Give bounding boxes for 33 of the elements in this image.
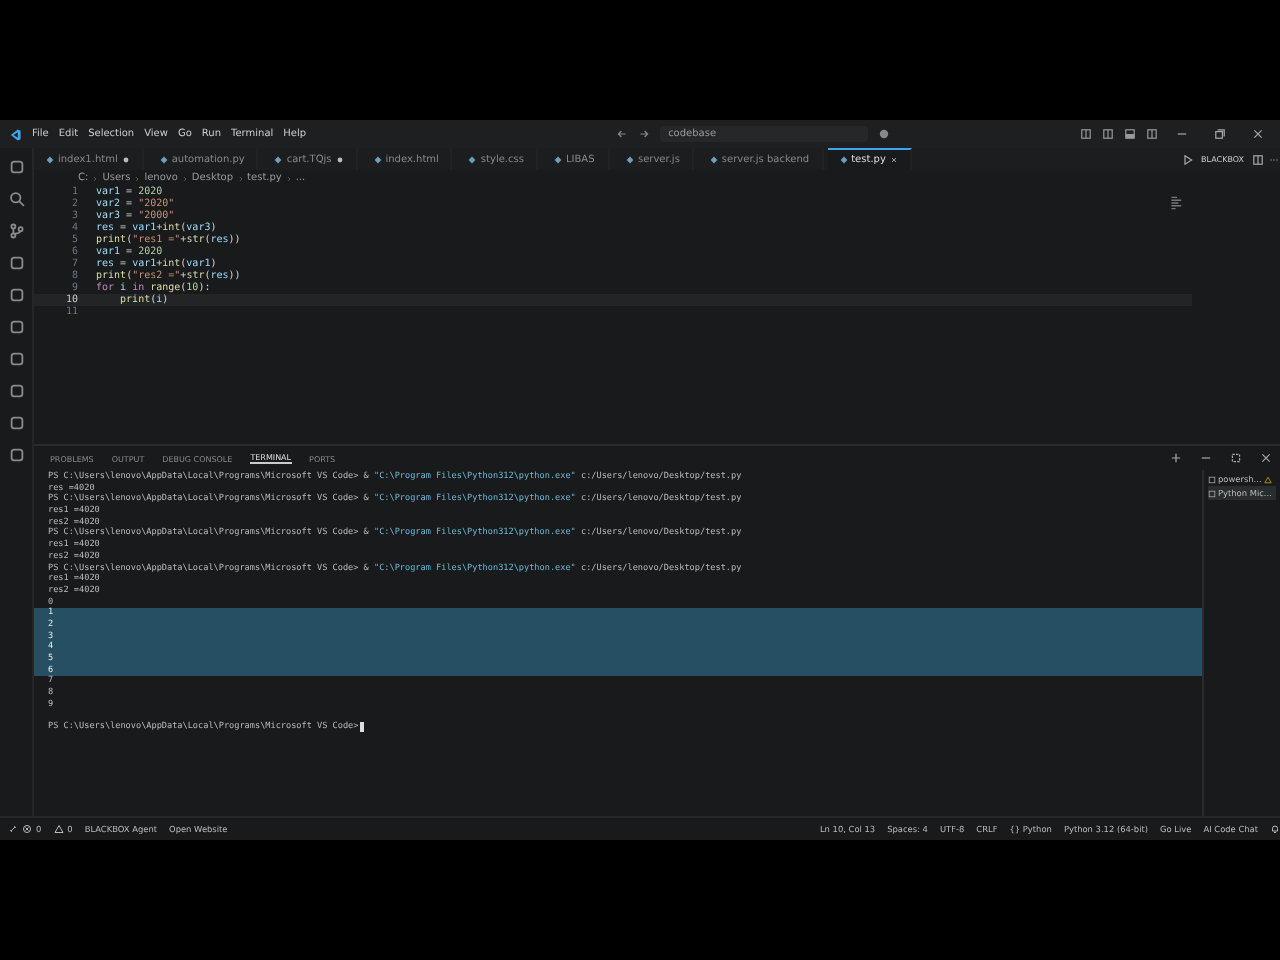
file-icon <box>274 155 283 163</box>
app-logo-icon <box>8 127 22 141</box>
source-control-icon[interactable] <box>7 222 25 240</box>
bell-icon[interactable] <box>1270 824 1280 834</box>
file-icon <box>709 155 718 163</box>
square-icon[interactable] <box>7 318 25 336</box>
minimize-icon[interactable] <box>1200 452 1212 464</box>
file-icon <box>159 155 168 163</box>
plus-icon[interactable] <box>1170 452 1182 464</box>
warning-icon[interactable] <box>53 824 64 834</box>
minimize-icon[interactable] <box>1176 128 1188 140</box>
split-editor-icon[interactable] <box>1252 153 1264 165</box>
error-icon[interactable] <box>22 824 32 834</box>
restore-icon[interactable] <box>1214 128 1226 140</box>
maximize-icon[interactable] <box>1230 452 1242 464</box>
layout-icon[interactable] <box>1124 128 1136 140</box>
file-icon <box>839 156 848 164</box>
file-icon <box>46 155 54 163</box>
run-icon[interactable] <box>1181 153 1194 165</box>
file-icon <box>553 155 562 163</box>
forward-icon[interactable] <box>638 128 651 140</box>
file-icon <box>468 155 477 163</box>
back-icon[interactable] <box>616 128 629 140</box>
file-icon <box>373 155 382 163</box>
file-icon <box>625 155 634 163</box>
cursor-icon <box>360 722 365 733</box>
minimap-icon <box>1170 196 1184 210</box>
search-icon[interactable] <box>7 190 25 208</box>
close-icon[interactable] <box>1260 452 1272 464</box>
layout-icon[interactable] <box>1080 128 1092 140</box>
layout-icon[interactable] <box>1146 128 1158 140</box>
close-icon[interactable] <box>1252 128 1264 140</box>
layout-icon[interactable] <box>1102 128 1114 140</box>
